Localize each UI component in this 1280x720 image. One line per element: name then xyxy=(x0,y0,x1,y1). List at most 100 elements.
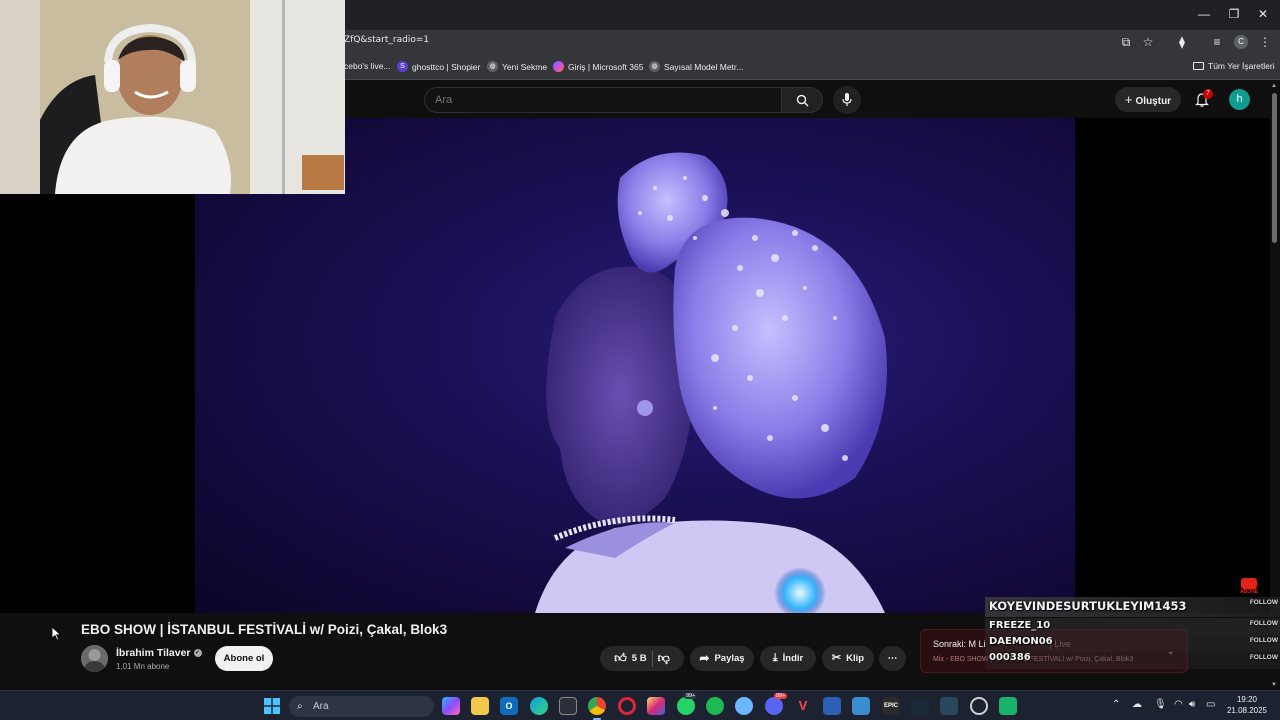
follower-name: DAEMON06 xyxy=(989,636,1053,647)
notification-count-badge: 7 xyxy=(1203,89,1213,99)
clock-time: 19:20 xyxy=(1236,695,1258,704)
search-button[interactable] xyxy=(781,87,823,113)
windows-start-icon[interactable] xyxy=(264,698,280,714)
dislike-button[interactable]: 👎︎ xyxy=(658,646,670,672)
clip-button[interactable]: ✂ Klip xyxy=(822,646,874,671)
system-clock[interactable]: 19:20 21.08.2025 xyxy=(1222,694,1272,716)
battery-icon[interactable]: ▭ xyxy=(1206,699,1215,710)
thumbs-up-icon: 👍︎ xyxy=(614,651,627,665)
bookmark-star-icon[interactable]: ☆ xyxy=(1140,34,1156,50)
tray-overflow-icon[interactable]: ⌃ xyxy=(1112,699,1120,710)
channel-name[interactable]: İbrahim Tilaver ✓ xyxy=(116,647,202,659)
screen: — ❐ ✕ ZfQ&start_radio=1 ⧉ ☆ ⧫ ≡ C ⋮ cebo… xyxy=(0,0,1280,720)
settings-icon[interactable] xyxy=(970,697,988,715)
channel-avatar[interactable] xyxy=(81,645,108,672)
video-title: EBO SHOW | İSTANBUL FESTİVALİ w/ Poizi, … xyxy=(81,622,448,637)
youtube-play-icon xyxy=(1241,578,1257,589)
maximize-icon[interactable]: ❐ xyxy=(1224,6,1244,22)
steam-icon[interactable] xyxy=(911,697,929,715)
whatsapp-badge: 99+ xyxy=(684,693,698,699)
mouse-cursor-icon xyxy=(52,627,62,641)
microphone-icon[interactable]: 🎙︎ xyxy=(1154,699,1167,710)
account-avatar[interactable]: h xyxy=(1229,89,1250,110)
more-horizontal-icon: ⋯ xyxy=(887,653,898,664)
copilot-icon[interactable] xyxy=(442,697,460,715)
channel-avatar-image xyxy=(81,645,108,672)
share-button[interactable]: ➦ Paylaş xyxy=(690,646,754,671)
steam-alt-icon[interactable] xyxy=(940,697,958,715)
all-bookmarks-label: Tüm Yer İşaretleri xyxy=(1208,61,1275,71)
bookmark-label: Sayısal Model Metr... xyxy=(664,61,744,72)
windows-taskbar: ⌕ Ara O 99+ 99+ V EPIC ⌃ ☁ 🎙︎ ◠ 🔊︎ ▭ 19:… xyxy=(0,690,1280,720)
bookmark-cebos-live[interactable]: cebo's live... xyxy=(344,61,391,71)
subscribe-watermark[interactable]: ABONE xyxy=(1238,578,1260,596)
edge-icon[interactable] xyxy=(530,697,548,715)
watermark-label: ABONE xyxy=(1239,589,1259,595)
onedrive-icon[interactable]: ☁ xyxy=(1132,699,1142,710)
epic-games-icon[interactable]: EPIC xyxy=(882,697,900,715)
outlook-icon[interactable]: O xyxy=(500,697,518,715)
all-bookmarks-button[interactable]: Tüm Yer İşaretleri xyxy=(1193,61,1275,71)
plus-icon: + xyxy=(1124,92,1133,107)
voice-search-button[interactable] xyxy=(833,86,861,114)
store-icon[interactable] xyxy=(559,697,577,715)
valorant-icon[interactable]: V xyxy=(794,697,812,715)
globe-icon: ◍ xyxy=(487,61,498,72)
install-app-icon[interactable]: ⧉ xyxy=(1118,34,1134,50)
follow-row: KOYEVINDESURTUKLEYIM1453 FOLLOW xyxy=(985,597,1280,617)
subscribe-button[interactable]: Abone ol xyxy=(215,646,273,671)
microphone-icon xyxy=(842,93,852,106)
file-explorer-icon[interactable] xyxy=(471,697,489,715)
media-control-icon[interactable]: ≡ xyxy=(1209,34,1225,50)
wifi-icon[interactable]: ◠ xyxy=(1174,699,1183,710)
clock-date: 21.08.2025 xyxy=(1226,706,1268,715)
instagram-icon[interactable] xyxy=(647,697,665,715)
bookmark-shopier[interactable]: S ghosttco | Shopier xyxy=(397,61,480,72)
extensions-icon[interactable]: ⧫ xyxy=(1174,34,1190,50)
webcam-feed-image xyxy=(0,0,345,194)
taskbar-search[interactable]: ⌕ Ara xyxy=(289,696,434,717)
bookmark-sayisal-model[interactable]: ◍ Sayısal Model Metr... xyxy=(649,61,743,72)
spotify-icon[interactable] xyxy=(706,697,724,715)
bookmark-label: Giriş | Microsoft 365 xyxy=(568,61,644,72)
stream-follow-overlay: KOYEVINDESURTUKLEYIM1453 FOLLOW FREEZE_1… xyxy=(985,597,1280,669)
volume-icon[interactable]: 🔊︎ xyxy=(1189,699,1195,710)
discord-icon[interactable] xyxy=(765,697,783,715)
more-actions-button[interactable]: ⋯ xyxy=(879,646,906,671)
bookmark-label: ghosttco | Shopier xyxy=(412,61,481,72)
globe-icon: ◍ xyxy=(649,61,660,72)
app-icon[interactable] xyxy=(999,697,1017,715)
share-label: Paylaş xyxy=(714,653,745,664)
opera-icon[interactable] xyxy=(618,697,636,715)
chat-icon[interactable] xyxy=(735,697,753,715)
bookmark-yeni-sekme[interactable]: ◍ Yeni Sekme xyxy=(487,61,547,72)
bookmark-microsoft-365[interactable]: Giriş | Microsoft 365 xyxy=(553,61,643,72)
scroll-up-icon[interactable]: ▲ xyxy=(1271,83,1277,89)
scrollbar-thumb[interactable] xyxy=(1272,93,1277,243)
search-input[interactable] xyxy=(425,88,781,112)
folder-icon xyxy=(1193,62,1204,70)
follow-row: 000386 FOLLOW xyxy=(985,652,1280,669)
minimize-icon[interactable]: — xyxy=(1194,6,1214,22)
teams-icon[interactable] xyxy=(823,697,841,715)
bookmark-label: cebo's live... xyxy=(344,61,391,71)
download-icon: ⤓ xyxy=(772,652,778,664)
like-dislike-group: 👍︎ 5 B 👎︎ xyxy=(600,646,684,671)
whatsapp-icon[interactable] xyxy=(677,697,695,715)
webcam-overlay xyxy=(0,0,345,194)
menu-kebab-icon[interactable]: ⋮ xyxy=(1257,34,1273,50)
scroll-down-icon[interactable]: ▼ xyxy=(1271,682,1277,688)
discord-badge: 99+ xyxy=(774,693,788,699)
thumbs-down-icon: 👎︎ xyxy=(657,650,670,665)
follow-row: FREEZE_10 FOLLOW xyxy=(985,618,1280,635)
chrome-icon[interactable] xyxy=(588,697,606,715)
download-label: İndir xyxy=(782,653,804,664)
profile-avatar[interactable]: C xyxy=(1234,35,1248,49)
download-button[interactable]: ⤓ İndir xyxy=(760,646,816,671)
channel-name-text: İbrahim Tilaver xyxy=(116,647,191,659)
create-button[interactable]: + Oluştur xyxy=(1115,87,1181,112)
close-icon[interactable]: ✕ xyxy=(1253,6,1273,22)
like-button[interactable]: 👍︎ 5 B xyxy=(614,646,646,671)
address-bar-url[interactable]: ZfQ&start_radio=1 xyxy=(344,35,429,45)
photos-icon[interactable] xyxy=(852,697,870,715)
